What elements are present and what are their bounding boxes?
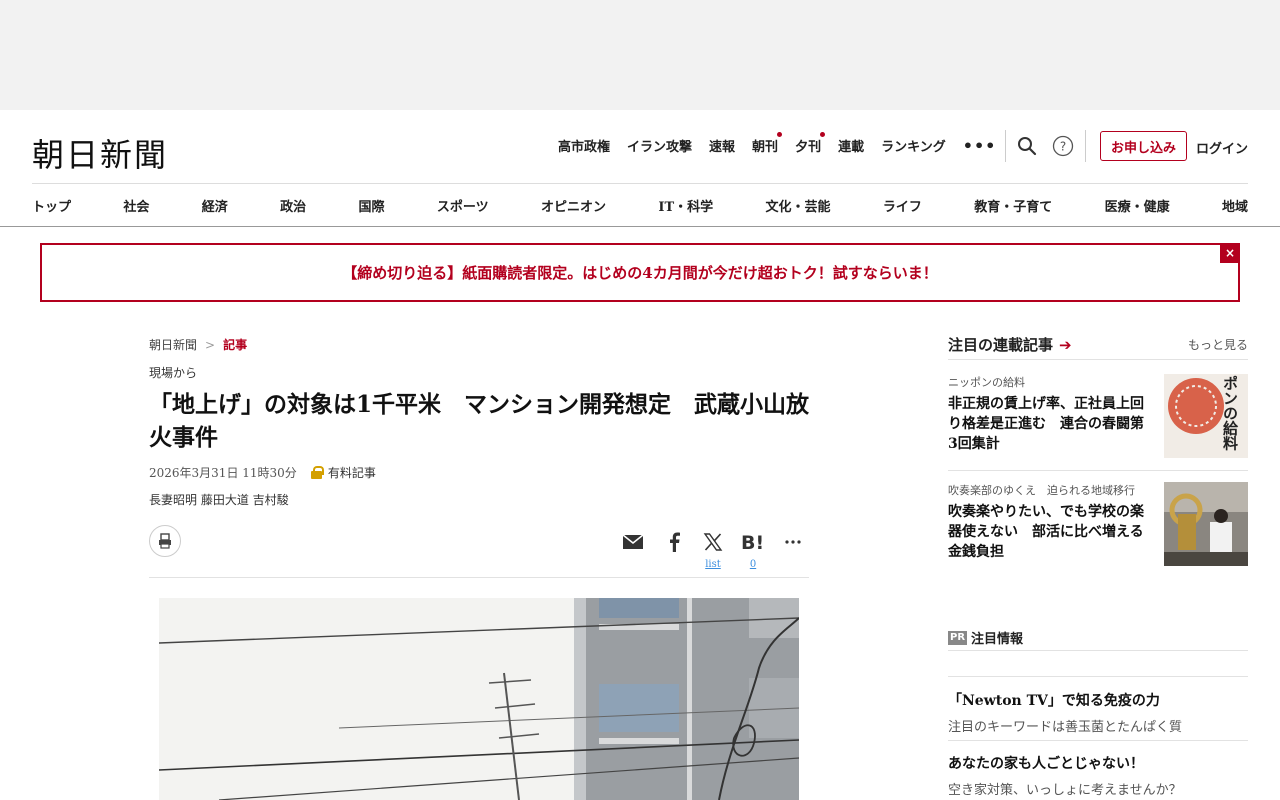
article-authors: 長妻昭明 藤田大道 吉村駿 [149,493,289,507]
hatena-bookmark-count[interactable]: 0 [738,559,768,570]
category-education[interactable]: 教育・子育て [974,196,1052,215]
pr-item-subtitle[interactable]: 空き家対策、いっしょに考えませんか？ [948,779,1248,798]
divider [948,470,1248,471]
item-title[interactable]: 吹奏楽やりたい、でも学校の楽器使えない 部活に比べ増える金銭負担 [948,502,1153,562]
pr-section-header: PR 注目情報 [948,628,1023,647]
pr-badge: PR [948,630,968,645]
nav-item-series[interactable]: 連載 [838,136,864,155]
category-regional[interactable]: 地域 [1222,196,1248,215]
category-health[interactable]: 医療・健康 [1105,196,1170,215]
arrow-right-icon: ➔ [1059,335,1072,354]
divider [948,650,1248,651]
promo-banner[interactable]: 【締め切り迫る】紙面購読者限定。はじめの4カ月間が今だけ超おトク！試すならいま！… [40,243,1240,302]
svg-text:?: ? [1060,140,1066,154]
premium-label: 有料記事 [327,466,376,480]
article-headline: 「地上げ」の対象は1千平米 マンション開発想定 武蔵小山放火事件 [149,391,810,451]
header-divider [32,183,1248,184]
x-share-list-link[interactable]: list [698,559,728,570]
breadcrumb-home[interactable]: 朝日新聞 [149,336,197,353]
category-international[interactable]: 国際 [359,196,385,215]
nav-item-evening-edition[interactable]: 夕刊 [795,132,826,155]
site-logo[interactable]: 朝日新聞 [32,130,168,176]
header-nav: 高市政権 イラン攻撃 速報 朝刊 夕刊 連載 ランキング ••• [558,132,1013,155]
sidebar: 注目の連載記事 ➔ もっと見る ニッポンの給料 非正規の賃上げ率、正社員上回り格… [948,330,1248,798]
print-icon [159,533,171,549]
category-nav: トップ 社会 経済 政治 国際 スポーツ オピニオン IT・科学 文化・芸能 ラ… [32,196,1248,215]
divider [1085,130,1086,162]
featured-series-item[interactable]: ニッポンの給料 非正規の賃上げ率、正社員上回り格差是正進む 連合の春闘第3回集計… [948,374,1248,458]
category-culture[interactable]: 文化・芸能 [765,196,830,215]
hatena-bookmark-icon[interactable]: B! [741,530,765,554]
svg-text:B!: B! [741,532,764,552]
more-share-icon[interactable] [781,530,805,554]
category-politics[interactable]: 政治 [280,196,306,215]
site-header: 朝日新聞 高市政権 イラン攻撃 速報 朝刊 夕刊 連載 ランキング ••• ? … [0,110,1280,227]
more-menu-icon[interactable]: ••• [963,136,997,155]
subscribe-button[interactable]: お申し込み [1100,131,1187,161]
nav-item-ranking[interactable]: ランキング [881,136,946,155]
item-title[interactable]: 非正規の賃上げ率、正社員上回り格差是正進む 連合の春闘第3回集計 [948,394,1153,454]
category-life[interactable]: ライフ [883,196,922,215]
category-opinion[interactable]: オピニオン [541,196,606,215]
breadcrumb-separator: > [205,337,216,352]
category-sports[interactable]: スポーツ [437,196,489,215]
thumbnail-text: ニッポンの給料 [1221,374,1239,452]
login-link[interactable]: ログイン [1196,138,1248,157]
sidebar-title[interactable]: 注目の連載記事 ➔ [948,334,1072,355]
article-photo[interactable] [159,598,799,800]
nav-item-iran[interactable]: イラン攻撃 [627,136,692,155]
series-label[interactable]: 現場から [149,364,197,381]
top-ad-space [0,0,1280,110]
sidebar-header: 注目の連載記事 ➔ もっと見る [948,330,1248,360]
help-icon[interactable]: ? [1052,135,1074,157]
divider [948,676,1248,677]
divider [1005,130,1006,162]
pr-item-title[interactable]: 「Newton TV」で知る免疫の力 [948,690,1248,710]
search-icon[interactable] [1016,135,1038,157]
article-divider [149,577,809,578]
close-icon[interactable]: × [1220,243,1240,263]
thumbnail-image[interactable]: ニッポンの給料 [1164,374,1248,458]
category-economy[interactable]: 経済 [202,196,228,215]
nav-item-breaking[interactable]: 速報 [709,136,735,155]
pr-item-title[interactable]: あなたの家も人ごとじゃない！ [948,753,1248,773]
featured-series-item[interactable]: 吹奏楽部のゆくえ 迫られる地域移行 吹奏楽やりたい、でも学校の楽器使えない 部活… [948,482,1248,566]
breadcrumb-current[interactable]: 記事 [223,336,247,353]
thumbnail-image[interactable] [1164,482,1248,566]
nav-item-takaichi[interactable]: 高市政権 [558,136,610,155]
article-meta: 2026年3月31日 11時30分 有料記事 [149,464,376,481]
category-it-science[interactable]: IT・科学 [658,196,713,215]
mail-share-icon[interactable] [621,530,645,554]
pr-item[interactable]: 「Newton TV」で知る免疫の力 注目のキーワードは善玉菌とたんぱく質 [948,690,1248,735]
promo-banner-text[interactable]: 【締め切り迫る】紙面購読者限定。はじめの4カ月間が今だけ超おトク！試すならいま！ [342,262,937,283]
category-top[interactable]: トップ [32,196,71,215]
lock-icon [310,466,324,479]
x-share-icon[interactable] [701,530,725,554]
facebook-share-icon[interactable] [662,530,686,554]
breadcrumb: 朝日新聞 > 記事 [149,336,247,353]
category-society[interactable]: 社会 [123,196,149,215]
pr-item-subtitle[interactable]: 注目のキーワードは善玉菌とたんぱく質 [948,716,1248,735]
pr-section-title: 注目情報 [971,632,1024,647]
nav-item-morning-edition[interactable]: 朝刊 [752,132,783,155]
divider [948,740,1248,741]
print-button[interactable] [149,525,181,557]
pr-item[interactable]: あなたの家も人ごとじゃない！ 空き家対策、いっしょに考えませんか？ [948,753,1248,798]
article-date: 2026年3月31日 11時30分 [149,466,297,480]
see-more-link[interactable]: もっと見る [1188,336,1248,353]
sidebar-title-text[interactable]: 注目の連載記事 [948,334,1053,355]
